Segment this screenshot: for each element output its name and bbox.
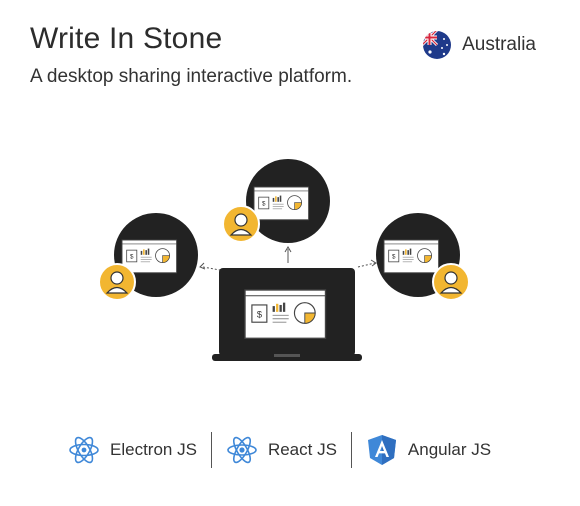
tech-label-electron: Electron JS bbox=[110, 440, 197, 459]
tech-label-angular: Angular JS bbox=[407, 440, 492, 459]
connection-line-left bbox=[202, 266, 221, 271]
viewer-right bbox=[376, 213, 470, 301]
tech-angular: Angular JS bbox=[352, 434, 505, 466]
arrow-left-icon bbox=[199, 262, 206, 270]
tech-react: React JS bbox=[212, 434, 351, 466]
angular-icon bbox=[367, 435, 396, 465]
viewer-top bbox=[222, 159, 330, 243]
laptop-host bbox=[212, 268, 362, 361]
viewer-left bbox=[98, 213, 198, 301]
australia-flag-icon bbox=[423, 31, 452, 59]
tech-electron: Electron JS bbox=[68, 434, 211, 466]
page-subtitle: A desktop sharing interactive platform. bbox=[30, 66, 353, 87]
technology-list: Electron JS React JS Angular JS bbox=[68, 432, 505, 468]
electron-icon bbox=[69, 436, 99, 464]
connection-line-right bbox=[357, 262, 376, 268]
country-selector[interactable]: Australia bbox=[422, 30, 536, 60]
desktop-sharing-illustration: $ bbox=[98, 159, 470, 361]
tech-label-react: React JS bbox=[267, 440, 337, 459]
react-icon bbox=[227, 436, 257, 464]
page-title: Write In Stone bbox=[30, 22, 223, 55]
country-label: Australia bbox=[462, 34, 536, 55]
